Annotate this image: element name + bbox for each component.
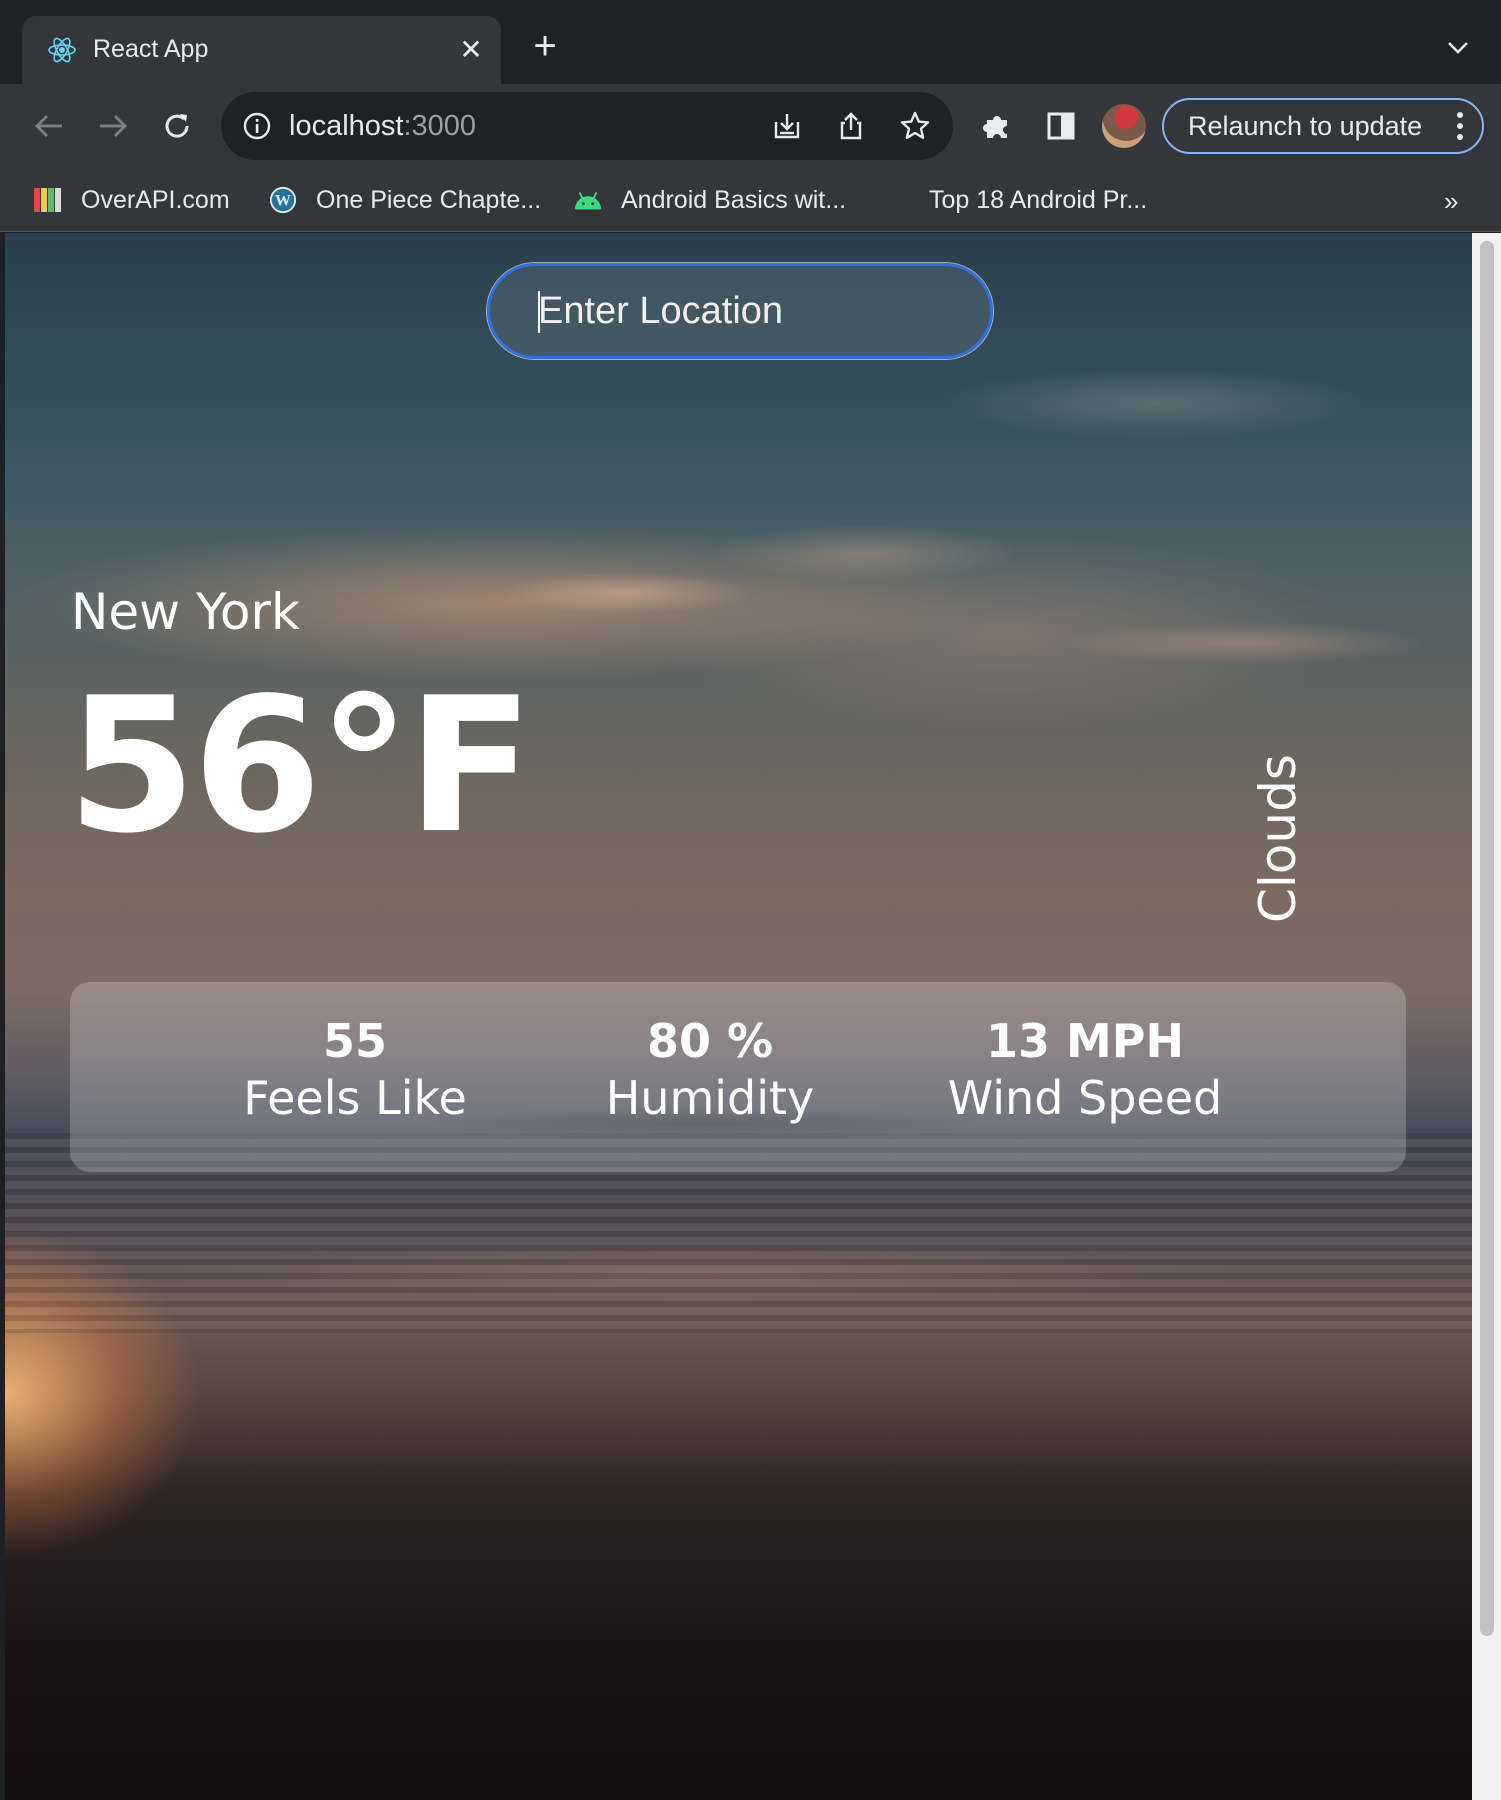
url-text: localhost:3000 <box>289 110 476 143</box>
wordpress-icon: W <box>268 185 298 215</box>
address-bar[interactable]: localhost:3000 <box>221 92 953 160</box>
text-cursor <box>538 291 540 333</box>
side-panel-icon[interactable] <box>1039 104 1083 148</box>
tab-title: React App <box>93 35 209 63</box>
bookmarks-bar: OverAPI.com W One Piece Chapte... Androi… <box>0 168 1501 232</box>
bookmark-one-piece[interactable]: W One Piece Chapte... <box>268 182 541 218</box>
bookmark-label: One Piece Chapte... <box>316 185 542 214</box>
new-tab-button[interactable]: + <box>525 26 565 68</box>
back-arrow-icon[interactable] <box>27 104 71 148</box>
react-icon <box>44 32 80 68</box>
feels-like-value: 55 <box>322 1014 387 1068</box>
weather-page: New York 56°F Clouds 55 Feels Like 80 % … <box>5 233 1472 1800</box>
bookmarks-overflow-button[interactable]: » <box>1444 186 1458 217</box>
reload-icon[interactable] <box>155 104 199 148</box>
browser-toolbar: localhost:3000 Relaunch to update <box>0 84 1501 168</box>
wind-speed-label: Wind Speed <box>947 1071 1223 1126</box>
stat-feels-like: 55 Feels Like <box>190 1014 520 1129</box>
forward-arrow-icon[interactable] <box>91 104 135 148</box>
more-menu-icon[interactable] <box>1456 110 1464 142</box>
tab-react-app[interactable]: React App ✕ <box>22 16 501 84</box>
relaunch-to-update-button[interactable]: Relaunch to update <box>1162 98 1484 154</box>
bookmark-top-android[interactable]: Top 18 Android Pr... <box>929 182 1147 218</box>
humidity-value: 80 % <box>646 1014 774 1068</box>
bookmark-android-basics[interactable]: Android Basics wit... <box>573 182 846 218</box>
share-icon[interactable] <box>833 108 869 144</box>
bookmark-label: Top 18 Android Pr... <box>929 185 1148 214</box>
site-info-icon[interactable] <box>241 110 273 142</box>
city-name: New York <box>71 583 300 641</box>
stat-humidity: 80 % Humidity <box>545 1014 875 1129</box>
bookmark-star-icon[interactable] <box>897 108 933 144</box>
bookmark-label: Android Basics wit... <box>621 185 847 214</box>
temperature: 56°F <box>67 657 534 874</box>
weather-stats-panel: 55 Feels Like 80 % Humidity 13 MPH Wind … <box>70 982 1406 1172</box>
humidity-label: Humidity <box>605 1071 815 1126</box>
url-port: :3000 <box>403 110 477 142</box>
weather-condition: Clouds <box>1249 754 1307 923</box>
relaunch-label: Relaunch to update <box>1188 110 1423 141</box>
close-tab-icon[interactable]: ✕ <box>453 31 489 67</box>
wind-speed-value: 13 MPH <box>985 1014 1184 1068</box>
overapi-icon <box>33 185 63 215</box>
install-download-icon[interactable] <box>769 108 805 144</box>
svg-text:W: W <box>275 193 291 210</box>
stat-wind-speed: 13 MPH Wind Speed <box>885 1014 1285 1129</box>
page-scrollbar[interactable] <box>1472 233 1501 1800</box>
url-host: localhost <box>289 110 404 142</box>
bookmark-label: OverAPI.com <box>81 185 230 214</box>
bookmark-overapi[interactable]: OverAPI.com <box>33 182 230 218</box>
location-search-input[interactable] <box>487 263 993 359</box>
tab-strip: React App ✕ + <box>0 0 1501 84</box>
extensions-puzzle-icon[interactable] <box>975 104 1019 148</box>
profile-avatar[interactable] <box>1102 104 1146 148</box>
tab-search-chevron-icon[interactable] <box>1440 30 1476 66</box>
scrollbar-thumb[interactable] <box>1480 241 1494 1636</box>
android-icon <box>573 185 603 215</box>
feels-like-label: Feels Like <box>243 1071 467 1126</box>
